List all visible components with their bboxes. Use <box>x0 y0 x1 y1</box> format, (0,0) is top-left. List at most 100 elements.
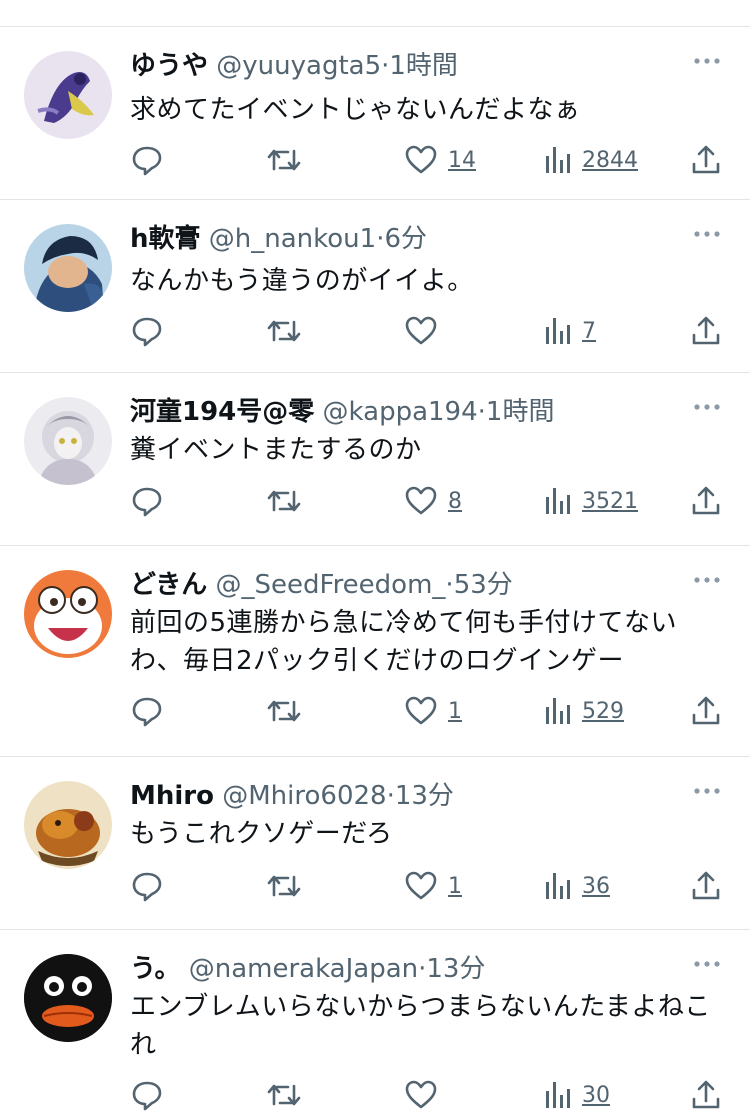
views-button[interactable]: 36 <box>544 866 610 906</box>
user-handle[interactable]: @namerakaJapan <box>189 954 418 984</box>
more-options-icon[interactable] <box>692 570 722 590</box>
action-bar: 1 529 <box>130 691 726 731</box>
tweet-header: どきん @_SeedFreedom_·53分 <box>130 568 670 602</box>
share-button[interactable] <box>690 1075 722 1115</box>
retweet-icon <box>267 1084 301 1106</box>
like-button[interactable]: 8 <box>404 481 462 521</box>
more-options-icon[interactable] <box>692 781 722 801</box>
user-handle[interactable]: @_SeedFreedom_ <box>216 570 446 600</box>
heart-icon <box>405 696 437 725</box>
analytics-icon <box>546 147 570 173</box>
timestamp[interactable]: 13分 <box>395 781 454 811</box>
timestamp[interactable]: 1時間 <box>389 51 458 81</box>
like-button[interactable] <box>404 1075 448 1115</box>
analytics-icon <box>546 318 570 344</box>
user-handle[interactable]: @Mhiro6028 <box>222 781 386 811</box>
tweet[interactable]: Mhiro @Mhiro6028·13分 もうこれクソゲーだろ 1 36 <box>0 757 750 930</box>
like-count[interactable]: 14 <box>448 148 476 173</box>
like-button[interactable]: 1 <box>404 866 462 906</box>
display-name[interactable]: ゆうや <box>130 51 208 81</box>
share-button[interactable] <box>690 311 722 351</box>
display-name[interactable]: Mhiro <box>130 781 214 811</box>
like-count[interactable]: 1 <box>448 699 462 724</box>
share-button[interactable] <box>690 866 722 906</box>
heart-icon <box>405 486 437 515</box>
view-count[interactable]: 30 <box>582 1083 610 1108</box>
like-button[interactable]: 1 <box>404 691 462 731</box>
timestamp[interactable]: 1時間 <box>486 397 555 427</box>
display-name[interactable]: どきん <box>130 570 207 600</box>
more-options-icon[interactable] <box>692 954 722 974</box>
display-name[interactable]: 河童194号@零 <box>130 397 314 427</box>
tweet-header: ゆうや @yuuyagta5·1時間 <box>130 49 670 83</box>
view-count[interactable]: 2844 <box>582 148 638 173</box>
reply-icon <box>132 487 162 517</box>
reply-button[interactable] <box>130 140 164 180</box>
views-button[interactable]: 529 <box>544 691 624 731</box>
views-button[interactable]: 2844 <box>544 140 638 180</box>
view-count[interactable]: 7 <box>582 319 596 344</box>
tweet[interactable]: う。 @namerakaJapan·13分 エンブレムいらないからつまらないんた… <box>0 930 750 1111</box>
reply-button[interactable] <box>130 866 164 906</box>
timestamp[interactable]: 6分 <box>384 224 427 254</box>
tweet[interactable]: 河童194号@零 @kappa194·1時間 糞イベントまたするのか 8 352… <box>0 373 750 546</box>
user-handle[interactable]: @yuuyagta5 <box>216 51 381 81</box>
like-count[interactable]: 1 <box>448 874 462 899</box>
retweet-button[interactable] <box>266 1075 302 1115</box>
heart-icon <box>405 1080 437 1109</box>
view-count[interactable]: 529 <box>582 699 624 724</box>
heart-icon <box>405 316 437 345</box>
views-button[interactable]: 7 <box>544 311 596 351</box>
tweet-text: 求めてたイベントじゃないんだよなぁ <box>130 95 581 125</box>
like-count[interactable]: 8 <box>448 489 462 514</box>
separator-dot: · <box>445 570 454 600</box>
retweet-button[interactable] <box>266 140 302 180</box>
retweet-icon <box>267 320 301 342</box>
tweet-text: エンブレムいらないからつまらないんたまよねこれ <box>130 992 711 1060</box>
user-handle[interactable]: @h_nankou1 <box>209 224 376 254</box>
more-options-icon[interactable] <box>692 51 722 71</box>
display-name[interactable]: う。 <box>130 954 180 984</box>
share-icon <box>692 871 720 900</box>
avatar[interactable] <box>24 954 112 1042</box>
avatar[interactable] <box>24 781 112 869</box>
action-bar: 8 3521 <box>130 481 726 521</box>
share-icon <box>692 486 720 515</box>
avatar[interactable] <box>24 51 112 139</box>
tweet-text: 前回の5連勝から急に冷めて何も手付けてないわ、毎日2パック引くだけのログインゲー <box>130 608 678 676</box>
share-button[interactable] <box>690 140 722 180</box>
views-button[interactable]: 3521 <box>544 481 638 521</box>
view-count[interactable]: 3521 <box>582 489 638 514</box>
share-icon <box>692 696 720 725</box>
reply-button[interactable] <box>130 481 164 521</box>
tweet[interactable]: どきん @_SeedFreedom_·53分 前回の5連勝から急に冷めて何も手付… <box>0 546 750 757</box>
reply-icon <box>132 1081 162 1111</box>
like-button[interactable] <box>404 311 448 351</box>
tweet-header: う。 @namerakaJapan·13分 <box>130 952 670 986</box>
retweet-button[interactable] <box>266 691 302 731</box>
share-button[interactable] <box>690 691 722 731</box>
timestamp[interactable]: 53分 <box>454 570 513 600</box>
reply-button[interactable] <box>130 1075 164 1115</box>
avatar[interactable] <box>24 397 112 485</box>
more-options-icon[interactable] <box>692 224 722 244</box>
reply-button[interactable] <box>130 691 164 731</box>
reply-button[interactable] <box>130 311 164 351</box>
avatar[interactable] <box>24 570 112 658</box>
retweet-button[interactable] <box>266 866 302 906</box>
user-handle[interactable]: @kappa194 <box>323 397 478 427</box>
tweet[interactable]: ゆうや @yuuyagta5·1時間 求めてたイベントじゃないんだよなぁ 14 … <box>0 27 750 200</box>
timestamp[interactable]: 13分 <box>426 954 485 984</box>
retweet-button[interactable] <box>266 481 302 521</box>
like-button[interactable]: 14 <box>404 140 476 180</box>
views-button[interactable]: 30 <box>544 1075 610 1115</box>
display-name[interactable]: h軟膏 <box>130 224 201 254</box>
retweet-button[interactable] <box>266 311 302 351</box>
avatar[interactable] <box>24 224 112 312</box>
more-options-icon[interactable] <box>692 397 722 417</box>
share-icon <box>692 316 720 345</box>
tweet[interactable]: h軟膏 @h_nankou1·6分 なんかもう違うのがイイよ。 7 <box>0 200 750 373</box>
share-button[interactable] <box>690 481 722 521</box>
reply-icon <box>132 872 162 902</box>
view-count[interactable]: 36 <box>582 874 610 899</box>
